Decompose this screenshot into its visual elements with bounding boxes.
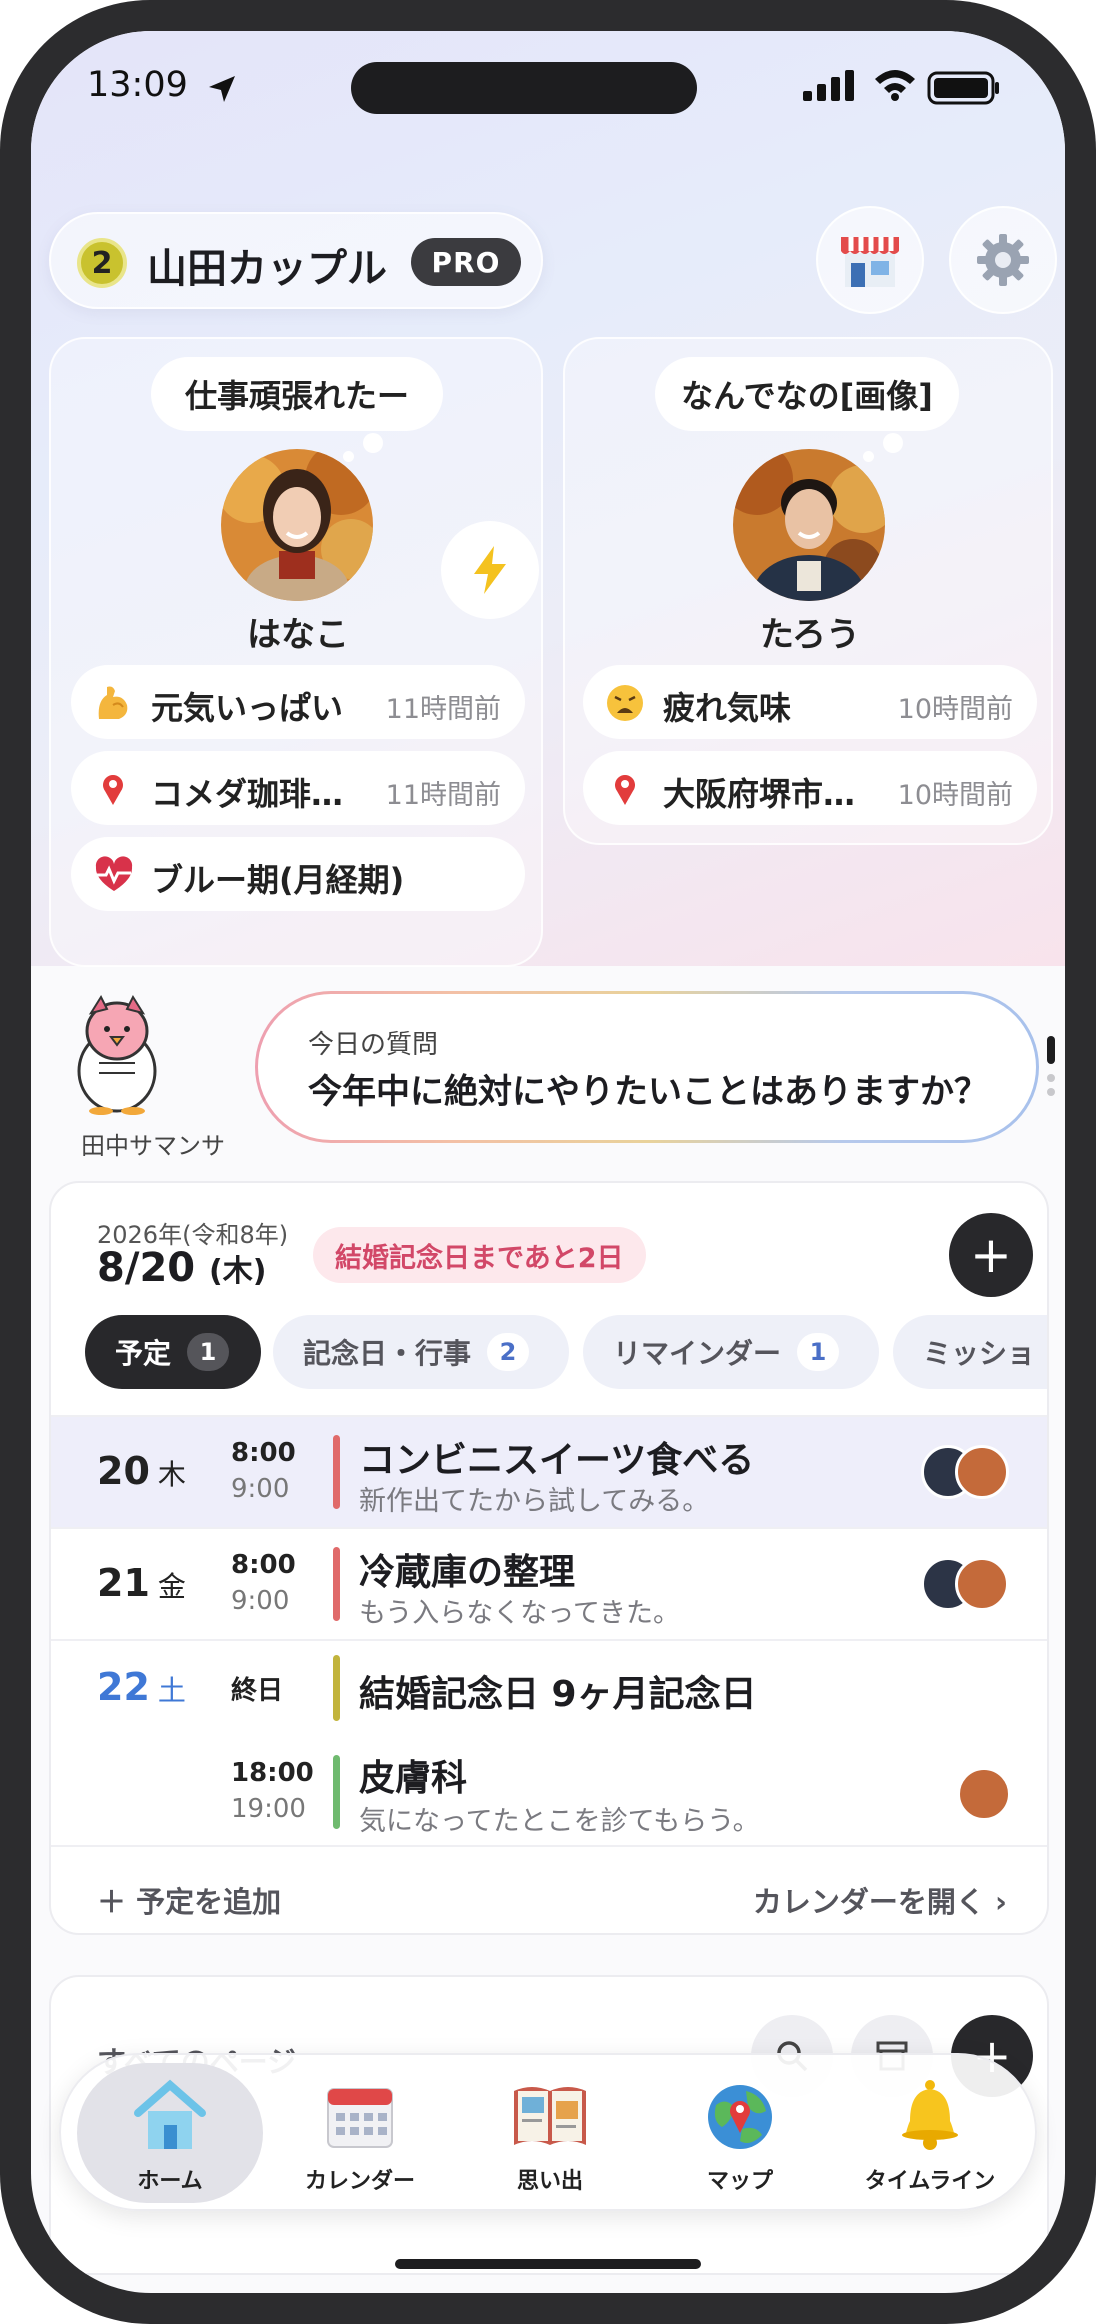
current-date: 8/20 (木) (97, 1245, 267, 1291)
weary-face-icon (605, 683, 645, 727)
album-icon (514, 2087, 586, 2145)
poke-button[interactable] (441, 521, 539, 619)
level-badge: 2 (77, 238, 127, 288)
event-subtitle: 新作出てたから試してみる。 (359, 1486, 710, 1517)
nav-home[interactable]: ホーム (77, 2063, 263, 2203)
lightning-icon (474, 546, 506, 594)
status-time: 13:09 (87, 65, 188, 105)
dynamic-island (351, 62, 697, 114)
plus-icon: + (970, 1226, 1012, 1284)
partner-card-taro[interactable]: なんでなの[画像] たろう 疲れ気味 10時間前 大阪府堺市… 10時間前 (563, 337, 1053, 845)
pro-badge: PRO (411, 238, 521, 286)
event-color-bar (333, 1655, 340, 1721)
penguin-mascot-icon[interactable] (61, 991, 173, 1115)
shop-icon (841, 237, 899, 287)
bubble-dot (363, 433, 383, 453)
tab-missions[interactable]: ミッショ (893, 1315, 1047, 1389)
couple-name: 山田カップル (147, 246, 387, 292)
schedule-card: 2026年(令和8年) 8/20 (木) 結婚記念日まであと2日 + 予定 1 記… (49, 1181, 1049, 1935)
event-title: コンビニスイーツ食べる (359, 1440, 755, 1481)
tab-anniversaries[interactable]: 記念日・行事 2 (273, 1315, 569, 1389)
nav-map[interactable]: マップ (647, 2063, 833, 2203)
open-calendar-link[interactable]: カレンダーを開く › (753, 1879, 1007, 1921)
avatar (955, 1445, 1009, 1499)
bubble-dot (863, 451, 874, 462)
heart-pulse-icon (93, 855, 135, 899)
anniversary-countdown-badge[interactable]: 結婚記念日まであと2日 (313, 1227, 646, 1283)
home-icon (134, 2079, 206, 2149)
event-subtitle: 気になってたとこを診てもらう。 (359, 1806, 760, 1837)
daily-question-card[interactable]: 今日の質問 今年中に絶対にやりたいことはありますか？ (255, 991, 1039, 1143)
event-row[interactable]: 21 金 8:00 9:00 冷蔵庫の整理 もう入らなくなってきた。 (51, 1527, 1047, 1639)
location-pin-icon (93, 769, 133, 813)
home-indicator[interactable] (395, 2259, 701, 2269)
event-title[interactable]: 結婚記念日 9ヶ月記念日 (359, 1665, 757, 1717)
avatar (955, 1557, 1009, 1611)
wifi-icon (875, 70, 915, 101)
chevron-right-icon: › (984, 1885, 1007, 1919)
tab-reminders[interactable]: リマインダー 1 (583, 1315, 879, 1389)
thought-bubble: なんでなの[画像] (655, 357, 959, 431)
map-globe-icon (708, 2085, 772, 2149)
status-mood[interactable]: 疲れ気味 10時間前 (583, 665, 1037, 739)
add-plan-link[interactable]: ＋ 予定を追加 (97, 1879, 281, 1921)
avatar[interactable] (221, 449, 373, 601)
event-color-bar (333, 1435, 340, 1509)
bottom-navigation: ホーム カレンダー 思い出 マップ タイムライン (59, 2053, 1037, 2211)
status-location[interactable]: コメダ珈琲… 11時間前 (71, 751, 525, 825)
bubble-dot (343, 451, 354, 462)
add-event-button[interactable]: + (949, 1213, 1033, 1297)
status-cycle[interactable]: ブルー期(月経期) (71, 837, 525, 911)
event-row[interactable]: 20 木 8:00 9:00 コンビニスイーツ食べる 新作出てたから試してみる。 (51, 1415, 1047, 1527)
partner-name: はなこ (247, 615, 349, 655)
gear-icon (977, 234, 1029, 286)
app-screen: 13:09 2 山田カップル PRO 仕事頑張れたー はなこ 元気いっぱい 11… (31, 31, 1065, 2293)
cellular-signal-icon (803, 70, 854, 101)
nav-timeline[interactable]: タイムライン (837, 2063, 1023, 2203)
bell-icon (902, 2080, 958, 2150)
question-text: 今年中に絶対にやりたいことはありますか？ (308, 1072, 988, 1112)
question-label: 今日の質問 (308, 1030, 439, 1060)
status-mood[interactable]: 元気いっぱい 11時間前 (71, 665, 525, 739)
bubble-dot (883, 433, 903, 453)
shop-button[interactable] (816, 206, 924, 314)
event-color-bar (333, 1547, 340, 1621)
avatar (957, 1767, 1011, 1821)
event-day-group: 22 土 終日 結婚記念日 9ヶ月記念日 18:00 19:00 皮膚科 気になって… (51, 1639, 1047, 1845)
carousel-indicator (1047, 1036, 1055, 1096)
thought-bubble: 仕事頑張れたー (151, 357, 443, 431)
settings-button[interactable] (949, 206, 1057, 314)
partner-card-hanako[interactable]: 仕事頑張れたー はなこ 元気いっぱい 11時間前 コメダ珈琲… 11時間前 ブル… (49, 337, 543, 967)
event-title: 冷蔵庫の整理 (359, 1552, 576, 1593)
calendar-icon (327, 2088, 393, 2148)
flexed-biceps-icon (93, 683, 133, 727)
nav-memories[interactable]: 思い出 (457, 2063, 643, 2203)
avatar[interactable] (733, 449, 885, 601)
nav-calendar[interactable]: カレンダー (267, 2063, 453, 2203)
tab-schedule[interactable]: 予定 1 (85, 1315, 261, 1389)
couple-header[interactable]: 2 山田カップル PRO (49, 212, 543, 309)
partner-name: たろう (760, 615, 860, 655)
location-arrow-icon (209, 76, 235, 102)
plus-icon: ＋ (97, 1885, 137, 1919)
mascot-name: 田中サマンサ (81, 1132, 225, 1160)
battery-icon (927, 71, 999, 105)
event-title[interactable]: 皮膚科 (359, 1749, 467, 1801)
event-color-bar (333, 1755, 340, 1829)
event-subtitle: もう入らなくなってきた。 (359, 1598, 681, 1629)
status-location[interactable]: 大阪府堺市… 10時間前 (583, 751, 1037, 825)
location-pin-icon (605, 769, 645, 813)
